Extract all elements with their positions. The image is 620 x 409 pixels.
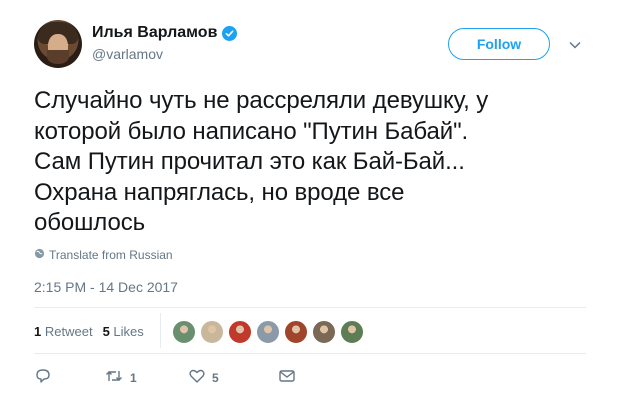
tweet-text: Случайно чуть не рассреляли девушку, у к… xyxy=(34,87,489,236)
retweet-button[interactable]: 1 xyxy=(104,368,188,387)
divider xyxy=(34,307,586,308)
verified-icon xyxy=(222,25,238,41)
direct-message-button[interactable] xyxy=(278,368,296,387)
tweet-stats: 1 Retweet 5 Likes xyxy=(34,324,144,339)
author-name-row[interactable]: Илья Варламов xyxy=(92,24,238,42)
author-avatar[interactable] xyxy=(34,20,82,68)
liker-avatar[interactable] xyxy=(312,320,336,344)
likes-stat[interactable]: 5 Likes xyxy=(103,324,144,339)
reply-icon xyxy=(34,368,52,387)
follow-button[interactable]: Follow xyxy=(448,28,550,60)
liker-avatar[interactable] xyxy=(200,320,224,344)
liker-avatar[interactable] xyxy=(256,320,280,344)
like-count: 5 xyxy=(212,370,219,385)
author-name[interactable]: Илья Варламов xyxy=(92,24,217,42)
liker-avatar[interactable] xyxy=(228,320,252,344)
like-icon xyxy=(188,368,206,387)
tweet-timestamp[interactable]: 2:15 PM - 14 Dec 2017 xyxy=(34,279,178,295)
stats-separator xyxy=(160,313,161,348)
author-handle[interactable]: @varlamov xyxy=(92,46,163,62)
tweet-actions: 1 5 xyxy=(34,368,296,387)
chevron-down-icon[interactable] xyxy=(568,37,582,55)
translate-label[interactable]: Translate from Russian xyxy=(49,248,173,262)
retweet-stat[interactable]: 1 Retweet xyxy=(34,324,93,339)
translate-link[interactable]: Translate from Russian xyxy=(34,248,173,262)
likers-avatars xyxy=(172,320,364,344)
liker-avatar[interactable] xyxy=(172,320,196,344)
message-icon xyxy=(278,368,296,387)
globe-icon xyxy=(34,248,45,262)
liker-avatar[interactable] xyxy=(284,320,308,344)
retweet-count: 1 xyxy=(130,370,137,385)
reply-button[interactable] xyxy=(34,368,104,387)
liker-avatar[interactable] xyxy=(340,320,364,344)
like-button[interactable]: 5 xyxy=(188,368,278,387)
retweet-icon xyxy=(104,368,124,387)
divider xyxy=(34,353,586,354)
